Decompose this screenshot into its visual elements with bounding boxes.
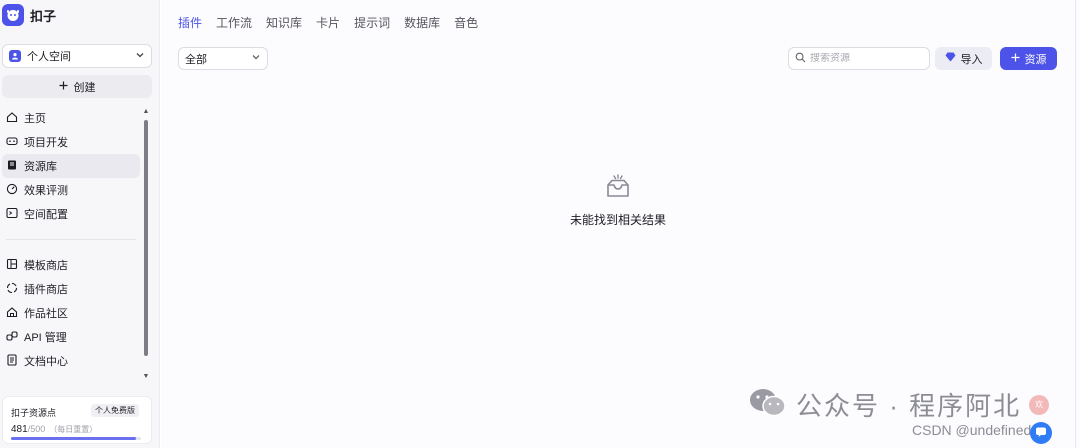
create-button[interactable]: 创建 bbox=[2, 75, 152, 98]
watermark-badge: 欢 bbox=[1029, 394, 1050, 415]
community-icon bbox=[6, 306, 18, 321]
sidebar-item-label: 插件商店 bbox=[24, 284, 68, 296]
user-icon bbox=[9, 50, 21, 62]
coze-logo-icon bbox=[2, 4, 24, 26]
points-used: 481 bbox=[11, 424, 28, 435]
tab-prompts[interactable]: 提示词 bbox=[354, 14, 390, 35]
tab-knowledge[interactable]: 知识库 bbox=[266, 14, 302, 35]
sidebar-item-label: 主页 bbox=[24, 113, 46, 125]
resource-points-card[interactable]: 扣子资源点 个人免费版 481/500 （每日重置） bbox=[2, 396, 152, 444]
points-total: /500 bbox=[27, 424, 46, 434]
primary-nav: 主页 项目开发 资源库 效果评测 空间配置 bbox=[2, 106, 140, 226]
scrollbar-thumb[interactable] bbox=[144, 120, 148, 356]
document-icon bbox=[6, 353, 18, 369]
sidebar-scrollbar[interactable]: ▲ ▼ bbox=[142, 108, 150, 380]
search-box[interactable] bbox=[788, 47, 930, 70]
wechat-icon bbox=[748, 387, 788, 422]
scroll-down-icon[interactable]: ▼ bbox=[142, 373, 150, 380]
empty-box-icon bbox=[603, 174, 633, 205]
empty-state: 未能找到相关结果 bbox=[553, 172, 683, 228]
sidebar-item-home[interactable]: 主页 bbox=[2, 106, 140, 130]
tab-databases[interactable]: 数据库 bbox=[404, 14, 440, 35]
help-button[interactable] bbox=[1030, 422, 1052, 444]
sidebar-item-evaluation[interactable]: 效果评测 bbox=[2, 178, 140, 202]
sidebar-item-label: 效果评测 bbox=[24, 185, 68, 197]
nav-divider bbox=[6, 239, 136, 240]
terminal-icon bbox=[6, 207, 18, 222]
diamond-icon bbox=[945, 52, 956, 65]
gamepad-icon bbox=[6, 135, 18, 150]
import-button[interactable]: 导入 bbox=[935, 47, 992, 70]
workspace-select[interactable]: 个人空间 bbox=[2, 44, 152, 68]
sidebar-item-api-management[interactable]: API 管理 bbox=[2, 325, 140, 349]
brand[interactable]: 扣子 bbox=[2, 4, 56, 26]
plus-icon bbox=[1011, 53, 1020, 65]
type-filter-select[interactable]: 全部 bbox=[178, 47, 268, 70]
add-resource-button[interactable]: 资源 bbox=[1000, 47, 1057, 70]
points-progress-fill bbox=[11, 437, 137, 440]
empty-state-text: 未能找到相关结果 bbox=[569, 213, 666, 227]
sidebar-item-community[interactable]: 作品社区 bbox=[2, 301, 140, 325]
sidebar-item-label: 作品社区 bbox=[24, 308, 68, 320]
tab-voices[interactable]: 音色 bbox=[454, 14, 478, 35]
plus-icon bbox=[59, 81, 68, 93]
sidebar-item-docs[interactable]: 文档中心 bbox=[2, 349, 140, 373]
scroll-up-icon[interactable]: ▲ bbox=[142, 108, 150, 115]
points-reset-note: （每日重置） bbox=[49, 425, 98, 434]
sidebar-item-label: 资源库 bbox=[24, 161, 57, 173]
home-icon bbox=[6, 111, 18, 126]
workspace-name: 个人空间 bbox=[27, 51, 71, 63]
chevron-down-icon bbox=[251, 52, 261, 65]
chat-icon bbox=[1035, 426, 1047, 441]
tab-workflows[interactable]: 工作流 bbox=[216, 14, 252, 35]
tab-plugins[interactable]: 插件 bbox=[178, 14, 202, 35]
resource-label: 资源 bbox=[1024, 53, 1047, 66]
sidebar-item-label: 模板商店 bbox=[24, 260, 68, 272]
points-value: 481/500 （每日重置） bbox=[11, 424, 97, 435]
plugin-icon bbox=[6, 282, 18, 297]
watermark: 公众号 · 程序阿北 欢 bbox=[748, 386, 1050, 423]
link-icon bbox=[6, 330, 18, 345]
search-icon bbox=[795, 52, 806, 66]
gauge-icon bbox=[6, 183, 18, 198]
template-icon bbox=[6, 258, 18, 273]
sidebar-item-plugin-store[interactable]: 插件商店 bbox=[2, 277, 140, 301]
secondary-nav: 模板商店 插件商店 作品社区 API 管理 文档中心 bbox=[2, 253, 140, 373]
sidebar-item-space-config[interactable]: 空间配置 bbox=[2, 202, 140, 226]
resource-tabs: 插件 工作流 知识库 卡片 提示词 数据库 音色 bbox=[178, 14, 478, 35]
sidebar-item-template-store[interactable]: 模板商店 bbox=[2, 253, 140, 277]
sidebar-item-label: 项目开发 bbox=[24, 137, 68, 149]
watermark-text: 公众号 · 程序阿北 bbox=[796, 391, 1022, 421]
sidebar-item-label: 空间配置 bbox=[24, 209, 68, 221]
csdn-watermark: CSDN @undefined bbox=[912, 422, 1032, 438]
import-label: 导入 bbox=[960, 53, 983, 66]
plan-badge: 个人免费版 bbox=[91, 404, 139, 417]
create-label: 创建 bbox=[73, 81, 96, 94]
points-title: 扣子资源点 bbox=[11, 408, 57, 418]
window-edge bbox=[1075, 0, 1076, 448]
tab-cards[interactable]: 卡片 bbox=[316, 14, 340, 35]
sidebar-item-projects[interactable]: 项目开发 bbox=[2, 130, 140, 154]
book-icon bbox=[6, 159, 18, 174]
app-name: 扣子 bbox=[30, 8, 57, 24]
sidebar-item-label: API 管理 bbox=[24, 332, 67, 344]
sidebar-item-label: 文档中心 bbox=[24, 356, 68, 368]
main-content: 插件 工作流 知识库 卡片 提示词 数据库 音色 全部 导入 资源 bbox=[161, 0, 1080, 448]
sidebar-item-library[interactable]: 资源库 bbox=[2, 154, 140, 178]
sidebar: 扣子 个人空间 创建 主页 项目开发 资源库 效果评测 空间配置 模板商店 插件… bbox=[0, 0, 160, 448]
points-progress-bar bbox=[11, 437, 141, 440]
chevron-down-icon bbox=[135, 50, 145, 63]
filter-value: 全部 bbox=[185, 53, 207, 66]
search-input[interactable] bbox=[810, 53, 920, 64]
